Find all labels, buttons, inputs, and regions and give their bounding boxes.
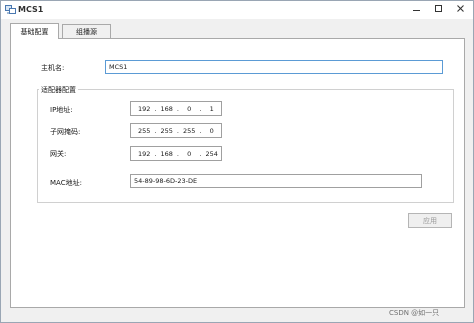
tab-bar: 基础配置 组播源	[1, 19, 473, 39]
apply-button[interactable]: 应用	[408, 213, 452, 228]
ip-octet: 0	[187, 104, 192, 113]
gateway-octet: 0	[187, 149, 192, 158]
minimize-button[interactable]	[406, 1, 426, 15]
mask-octet: 255	[160, 126, 173, 135]
watermark-text: CSDN @如一只	[389, 309, 440, 317]
close-icon	[456, 4, 465, 13]
gateway-label: 网关:	[50, 150, 67, 158]
subnet-mask-label: 子网掩码:	[50, 128, 81, 136]
ip-octet: 192	[137, 104, 151, 113]
gateway-octet: 192	[137, 149, 151, 158]
window-title: MCS1	[18, 5, 44, 14]
tab-basic-config[interactable]: 基础配置	[10, 23, 59, 39]
close-button[interactable]	[450, 1, 470, 15]
gateway-octet: 168	[160, 149, 173, 158]
minimize-icon	[412, 4, 421, 13]
tab-multicast-source[interactable]: 组播源	[62, 24, 111, 38]
ip-octet: 168	[160, 104, 173, 113]
maximize-icon	[434, 4, 443, 13]
mask-octet: 255	[137, 126, 151, 135]
mask-octet: 255	[182, 126, 196, 135]
hostname-label: 主机名:	[41, 64, 65, 72]
mac-address-input[interactable]: 54-89-98-6D-23-DE	[130, 174, 422, 188]
subnet-mask-input[interactable]: 255. 255. 255. 0	[130, 123, 222, 138]
mask-octet: 0	[209, 126, 214, 135]
adapter-config-legend: 适配器配置	[39, 85, 78, 95]
title-bar[interactable]: MCS1	[1, 1, 473, 19]
gateway-input[interactable]: 192. 168. 0. 254	[130, 146, 222, 161]
maximize-button[interactable]	[428, 1, 448, 15]
ip-octet: 1	[209, 104, 214, 113]
config-window: MCS1 基础配置 组播源 主机名: MCS1 适配器配置 IP地址: 192.…	[0, 0, 474, 323]
mac-address-label: MAC地址:	[50, 179, 82, 187]
ip-address-input[interactable]: 192. 168. 0. 1	[130, 101, 222, 116]
gateway-octet: 254	[205, 149, 218, 158]
hostname-input[interactable]: MCS1	[105, 60, 443, 74]
ip-address-label: IP地址:	[50, 106, 73, 114]
app-icon	[5, 4, 16, 15]
